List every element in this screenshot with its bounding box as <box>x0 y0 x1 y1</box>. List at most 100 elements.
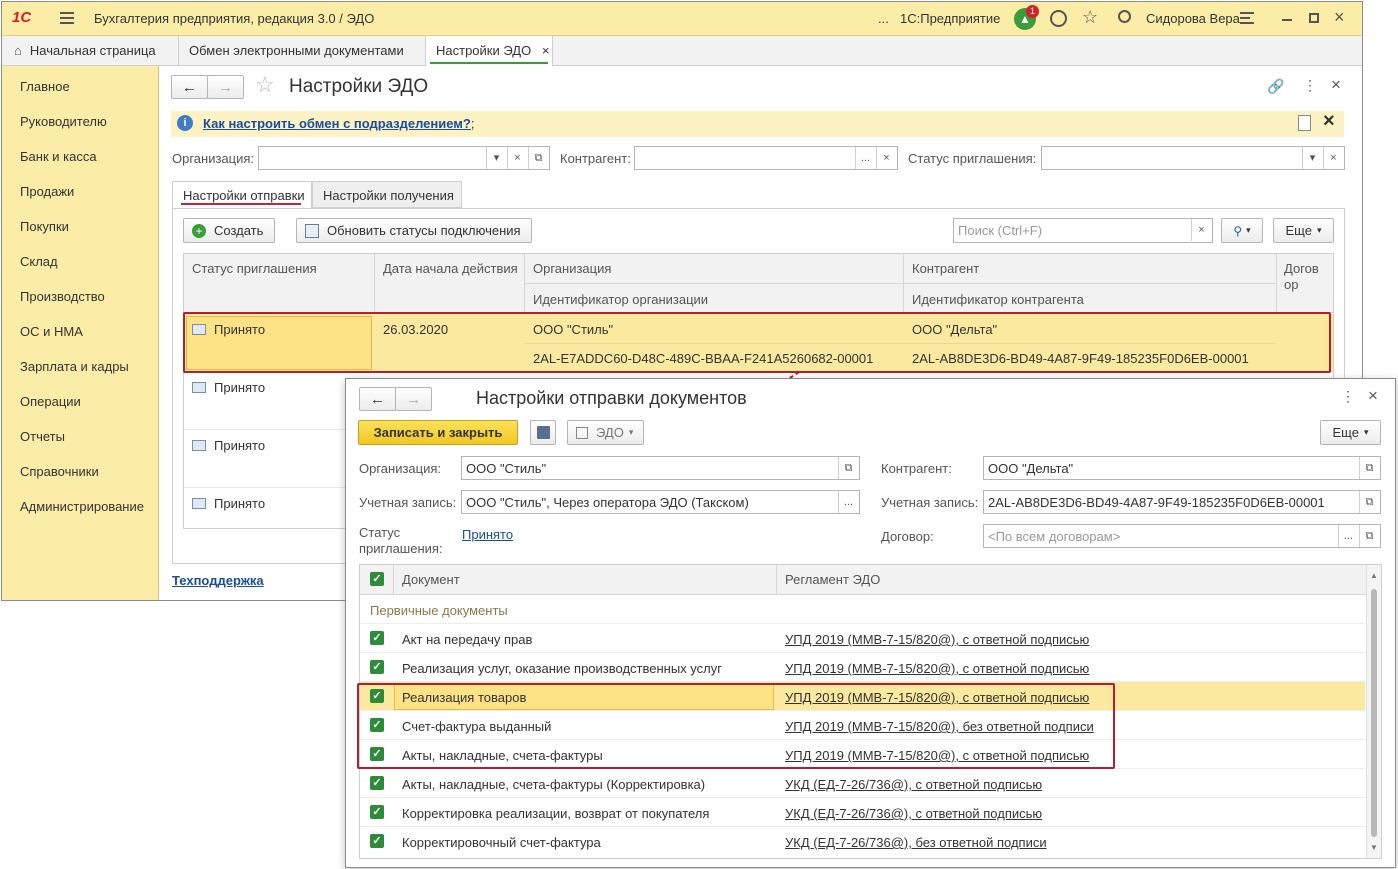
counterparty-field[interactable]: ООО "Дельта" ⧉ <box>983 456 1381 480</box>
sidebar-item-warehouse[interactable]: Склад <box>20 254 58 269</box>
sidebar-item-reports[interactable]: Отчеты <box>20 429 65 444</box>
search-button[interactable]: ⚲ ▾ <box>1221 218 1263 243</box>
more-vert-icon[interactable]: ⋮ <box>1303 77 1317 94</box>
org-filter-input[interactable]: ▾ × ⧉ <box>258 146 550 170</box>
scroll-down-icon[interactable]: ▼ <box>1370 843 1378 852</box>
status-link[interactable]: Принято <box>462 527 513 542</box>
search-input[interactable]: Поиск (Ctrl+F) × <box>953 218 1213 243</box>
col-counterparty-id[interactable]: Идентификатор контрагента <box>912 292 1084 307</box>
col-regulation[interactable]: Регламент ЭДО <box>785 572 880 587</box>
favorites-star-icon[interactable]: ☆ <box>1082 7 1098 28</box>
open-icon[interactable]: ⧉ <box>1359 491 1379 513</box>
col-counterparty[interactable]: Контрагент <box>912 261 979 276</box>
link-icon[interactable]: 🔗 <box>1267 78 1284 95</box>
col-org[interactable]: Организация <box>533 261 611 276</box>
account-field[interactable]: ООО "Стиль", Через оператора ЭДО (Такско… <box>461 490 860 514</box>
clear-search-icon[interactable]: × <box>1191 219 1211 241</box>
sidebar-item-admin[interactable]: Администрирование <box>20 499 144 514</box>
select-icon[interactable]: ... <box>838 491 858 513</box>
more-ellipsis[interactable]: ... <box>878 11 889 26</box>
dialog-more-button[interactable]: Еще ▾ <box>1320 420 1381 445</box>
open-icon[interactable]: ⧉ <box>528 147 548 169</box>
regulation-link[interactable]: УКД (ЕД-7-26/736@), с ответной подписью <box>785 777 1042 792</box>
col-document[interactable]: Документ <box>402 572 460 587</box>
tab-edo-exchange[interactable]: Обмен электронными документами <box>179 36 426 66</box>
dialog-back-button[interactable]: ← <box>359 387 396 411</box>
scroll-thumb[interactable] <box>1371 589 1377 837</box>
favorite-star-icon[interactable]: ☆ <box>255 72 275 98</box>
scroll-up-icon[interactable]: ▲ <box>1370 571 1378 580</box>
col-status[interactable]: Статус приглашения <box>192 261 317 276</box>
history-icon[interactable] <box>1050 10 1067 27</box>
dialog-close-icon[interactable]: × <box>1368 386 1378 406</box>
group-row[interactable] <box>360 595 1365 624</box>
row-checkbox[interactable]: ✓ <box>370 776 384 790</box>
open-icon[interactable]: ⧉ <box>1359 457 1379 479</box>
maximize-icon[interactable] <box>1309 13 1319 23</box>
select-icon[interactable]: ... <box>855 147 875 169</box>
sidebar-item-operations[interactable]: Операции <box>20 394 81 409</box>
clear-icon[interactable]: × <box>1323 147 1343 169</box>
col-org-id[interactable]: Идентификатор организации <box>533 292 708 307</box>
open-icon[interactable]: ⧉ <box>1359 525 1379 547</box>
sidebar-item-main[interactable]: Главное <box>20 79 70 94</box>
regulation-link[interactable]: УПД 2019 (ММВ-7-15/820@), с ответной под… <box>785 632 1089 647</box>
sidebar-item-sales[interactable]: Продажи <box>20 184 74 199</box>
sidebar-item-bank[interactable]: Банк и касса <box>20 149 97 164</box>
save-close-button[interactable]: Записать и закрыть <box>358 420 518 445</box>
open-icon[interactable]: ⧉ <box>838 457 858 479</box>
org-field[interactable]: ООО "Стиль" ⧉ <box>461 456 860 480</box>
refresh-status-button[interactable]: Обновить статусы подключения <box>296 218 532 243</box>
regulation-link[interactable]: УКД (ЕД-7-26/736@), с ответной подписью <box>785 806 1042 821</box>
search-icon[interactable] <box>1118 10 1131 23</box>
tab-send-settings[interactable]: Настройки отправки <box>172 181 312 208</box>
close-window-icon[interactable]: × <box>1334 7 1345 28</box>
sidebar-item-payroll[interactable]: Зарплата и кадры <box>20 359 129 374</box>
dropdown-icon[interactable]: ▾ <box>486 147 506 169</box>
col-contract[interactable]: Догов ор <box>1284 261 1319 293</box>
select-icon[interactable]: ... <box>1338 525 1358 547</box>
regulation-link[interactable]: УКД (ЕД-7-26/736@), без ответной подписи <box>785 835 1047 850</box>
close-form-icon[interactable]: × <box>1331 75 1341 95</box>
tab-home[interactable]: ⌂ Начальная страница <box>2 36 179 66</box>
row-checkbox[interactable]: ✓ <box>370 631 384 645</box>
counterparty-filter-input[interactable]: ... × <box>634 146 898 170</box>
regulation-link[interactable]: УПД 2019 (ММВ-7-15/820@), с ответной под… <box>785 661 1089 676</box>
minimize-icon[interactable] <box>1282 19 1292 21</box>
more-button[interactable]: Еще ▾ <box>1273 218 1334 243</box>
document-icon[interactable] <box>1298 115 1311 131</box>
settings-menu-icon[interactable] <box>1240 12 1254 24</box>
scrollbar[interactable]: ▲ ▼ <box>1366 565 1381 858</box>
status-filter-input[interactable]: ▾ × <box>1041 146 1345 170</box>
forward-button[interactable]: → <box>207 75 244 99</box>
dialog-forward-button[interactable]: → <box>395 387 432 411</box>
sidebar-item-purchases[interactable]: Покупки <box>20 219 69 234</box>
sidebar-item-catalogs[interactable]: Справочники <box>20 464 99 479</box>
check-all-icon[interactable]: ✓ <box>370 572 384 586</box>
clear-icon[interactable]: × <box>507 147 527 169</box>
main-menu-icon[interactable] <box>60 12 74 24</box>
dropdown-icon[interactable]: ▾ <box>1302 147 1322 169</box>
row-checkbox[interactable]: ✓ <box>370 834 384 848</box>
create-button[interactable]: + Создать <box>183 218 275 243</box>
cp-account-field[interactable]: 2AL-AB8DE3D6-BD49-4A87-9F49-185235F0D6EB… <box>983 490 1381 514</box>
sidebar-item-director[interactable]: Руководителю <box>20 114 107 129</box>
sidebar-item-production[interactable]: Производство <box>20 289 105 304</box>
user-name[interactable]: Сидорова Вера <box>1146 11 1240 26</box>
contract-field[interactable]: <По всем договорам> ... ⧉ <box>983 524 1381 548</box>
back-button[interactable]: ← <box>171 75 208 99</box>
hint-link[interactable]: Как настроить обмен с подразделением? <box>203 116 471 131</box>
edo-menu-button[interactable]: ЭДО ▾ <box>567 420 644 445</box>
close-hint-icon[interactable]: × <box>1323 110 1335 133</box>
support-link[interactable]: Техподдержка <box>172 573 264 588</box>
tab-edo-settings[interactable]: Настройки ЭДО × <box>426 36 553 66</box>
1c-logo-icon[interactable]: 1С <box>12 9 31 26</box>
dialog-more-vert-icon[interactable]: ⋮ <box>1341 388 1355 405</box>
close-tab-icon[interactable]: × <box>542 43 550 58</box>
save-icon-button[interactable] <box>530 420 556 445</box>
col-date[interactable]: Дата начала действия <box>383 261 518 276</box>
sidebar-item-assets[interactable]: ОС и НМА <box>20 324 83 339</box>
tab-receive-settings[interactable]: Настройки получения <box>312 181 462 208</box>
row-checkbox[interactable]: ✓ <box>370 660 384 674</box>
row-checkbox[interactable]: ✓ <box>370 805 384 819</box>
